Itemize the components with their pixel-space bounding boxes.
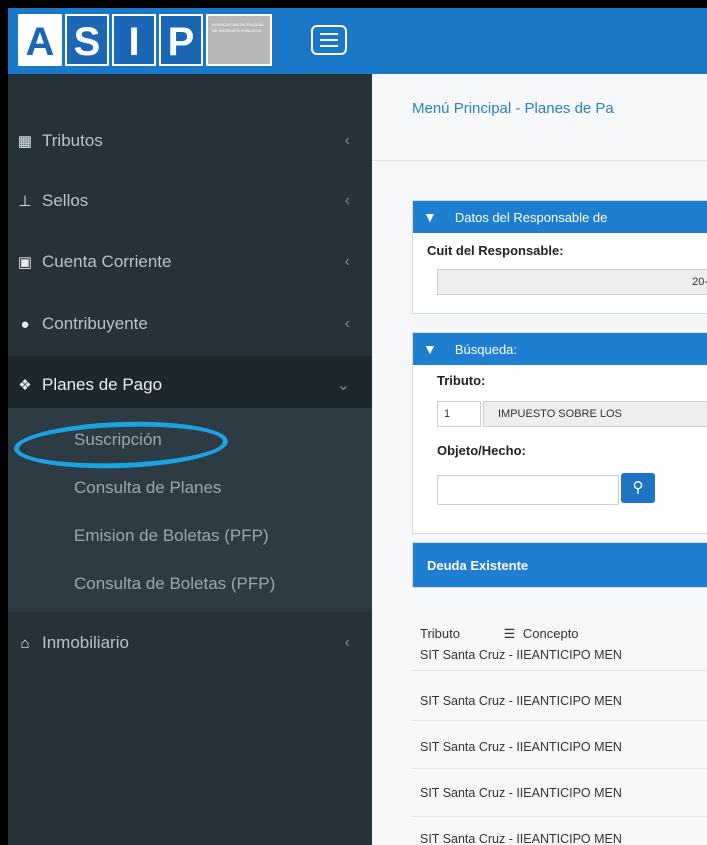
busqueda-panel: ▼ Búsqueda: Tributo: 1 IMPUESTO SOBRE LO…: [412, 332, 707, 534]
filter-icon: ▼: [423, 209, 437, 225]
hamburger-icon[interactable]: [311, 25, 347, 55]
logo-letter-a: A: [18, 14, 62, 66]
chevron-left-icon: ‹: [344, 315, 350, 332]
user-icon: ●: [20, 315, 30, 333]
search-icon: ⚲: [632, 479, 644, 496]
chevron-down-icon: ⌄: [336, 377, 350, 394]
table-row[interactable]: SIT Santa Cruz - IIEANTICIPO MEN: [420, 648, 622, 662]
sidebar-item-label: Inmobiliario: [42, 633, 129, 652]
row-divider: [412, 670, 707, 671]
row-divider: [412, 720, 707, 721]
chevron-left-icon: ‹: [344, 132, 350, 149]
submenu-item-consulta-de-planes[interactable]: Consulta de Planes: [74, 478, 221, 498]
sidebar-item-label: Sellos: [42, 191, 89, 210]
stamp-icon: ⊥: [18, 193, 32, 210]
busqueda-panel-title: Búsqueda:: [454, 341, 518, 357]
sidebar: ▦ Tributos ‹ ⊥ Sellos ‹ ▣ Cuenta Corrien…: [8, 74, 372, 845]
cuit-label: Cuit del Responsable:: [427, 243, 564, 258]
hamburger-line: [320, 39, 338, 41]
hamburger-line: [320, 45, 338, 47]
submenu-item-consulta-de-boletas[interactable]: Consulta de Boletas (PFP): [74, 574, 275, 594]
filter-icon: ▼: [423, 341, 437, 357]
top-header: A S I P AGENCIA SANTACRUCEÑA DE INGRESOS…: [8, 8, 707, 74]
tributo-name-field[interactable]: IMPUESTO SOBRE LOS: [483, 401, 707, 427]
menu-lines-icon[interactable]: ☰: [504, 626, 516, 641]
tributo-code-field[interactable]: 1: [437, 401, 481, 427]
table-row[interactable]: SIT Santa Cruz - IIEANTICIPO MEN: [420, 832, 622, 845]
row-divider: [412, 768, 707, 769]
cuit-field[interactable]: 20-: [437, 269, 707, 295]
logo-letter-i: I: [112, 14, 156, 66]
submenu-item-emision-de-boletas[interactable]: Emision de Boletas (PFP): [74, 526, 269, 546]
breadcrumb[interactable]: Menú Principal - Planes de Pa: [412, 100, 614, 117]
chevron-left-icon: ‹: [344, 634, 350, 651]
search-button[interactable]: ⚲: [621, 473, 655, 503]
grid-icon: ▦: [17, 133, 33, 150]
asip-logo[interactable]: A S I P AGENCIA SANTACRUCEÑA DE INGRESOS…: [18, 14, 272, 66]
table-row[interactable]: SIT Santa Cruz - IIEANTICIPO MEN: [420, 786, 622, 800]
table-row[interactable]: SIT Santa Cruz - IIEANTICIPO MEN: [420, 740, 622, 754]
tributo-label: Tributo:: [437, 373, 486, 388]
logo-subtext: AGENCIA SANTACRUCEÑA DE INGRESOS PÚBLICO…: [206, 14, 272, 66]
deuda-panel: Deuda Existente: [412, 542, 707, 588]
objeto-hecho-input[interactable]: [437, 475, 619, 505]
sidebar-item-cuenta-corriente[interactable]: ▣ Cuenta Corriente ‹: [8, 233, 372, 291]
chevron-left-icon: ‹: [344, 253, 350, 270]
sidebar-item-tributos[interactable]: ▦ Tributos ‹: [8, 112, 372, 170]
ledger-icon: ▣: [17, 254, 33, 271]
table-header: Tributo ☰ Concepto: [420, 626, 579, 642]
handshake-icon: ❖: [18, 377, 32, 394]
deuda-panel-title: Deuda Existente: [427, 557, 529, 573]
sidebar-item-inmobiliario[interactable]: ⌂ Inmobiliario ‹: [8, 614, 372, 672]
sidebar-item-label: Planes de Pago: [42, 375, 163, 394]
table-row[interactable]: SIT Santa Cruz - IIEANTICIPO MEN: [420, 694, 622, 708]
home-icon: ⌂: [20, 634, 30, 652]
objeto-hecho-label: Objeto/Hecho:: [437, 443, 526, 458]
sidebar-item-sellos[interactable]: ⊥ Sellos ‹: [8, 172, 372, 230]
sidebar-item-label: Cuenta Corriente: [42, 252, 172, 271]
sidebar-item-contribuyente[interactable]: ● Contribuyente ‹: [8, 295, 372, 353]
sidebar-item-label: Contribuyente: [42, 314, 148, 333]
responsable-panel-title: Datos del Responsable de: [454, 209, 608, 225]
hamburger-line: [320, 33, 338, 35]
main-content: Menú Principal - Planes de Pa ▼ Datos de…: [372, 74, 707, 845]
responsable-panel-header[interactable]: ▼ Datos del Responsable de: [413, 201, 707, 233]
sidebar-item-planes-de-pago[interactable]: ❖ Planes de Pago ⌄: [8, 356, 372, 414]
logo-letter-s: S: [65, 14, 109, 66]
sidebar-item-label: Tributos: [42, 131, 103, 150]
column-concepto[interactable]: Concepto: [523, 626, 579, 641]
logo-letter-p: P: [159, 14, 203, 66]
row-divider: [412, 816, 707, 817]
busqueda-panel-header[interactable]: ▼ Búsqueda:: [413, 333, 707, 365]
divider: [372, 160, 707, 161]
app-window: A S I P AGENCIA SANTACRUCEÑA DE INGRESOS…: [8, 8, 707, 845]
deuda-panel-header[interactable]: Deuda Existente: [413, 543, 707, 587]
chevron-left-icon: ‹: [344, 192, 350, 209]
responsable-panel: ▼ Datos del Responsable de Cuit del Resp…: [412, 200, 707, 314]
column-tributo[interactable]: Tributo: [420, 626, 460, 641]
